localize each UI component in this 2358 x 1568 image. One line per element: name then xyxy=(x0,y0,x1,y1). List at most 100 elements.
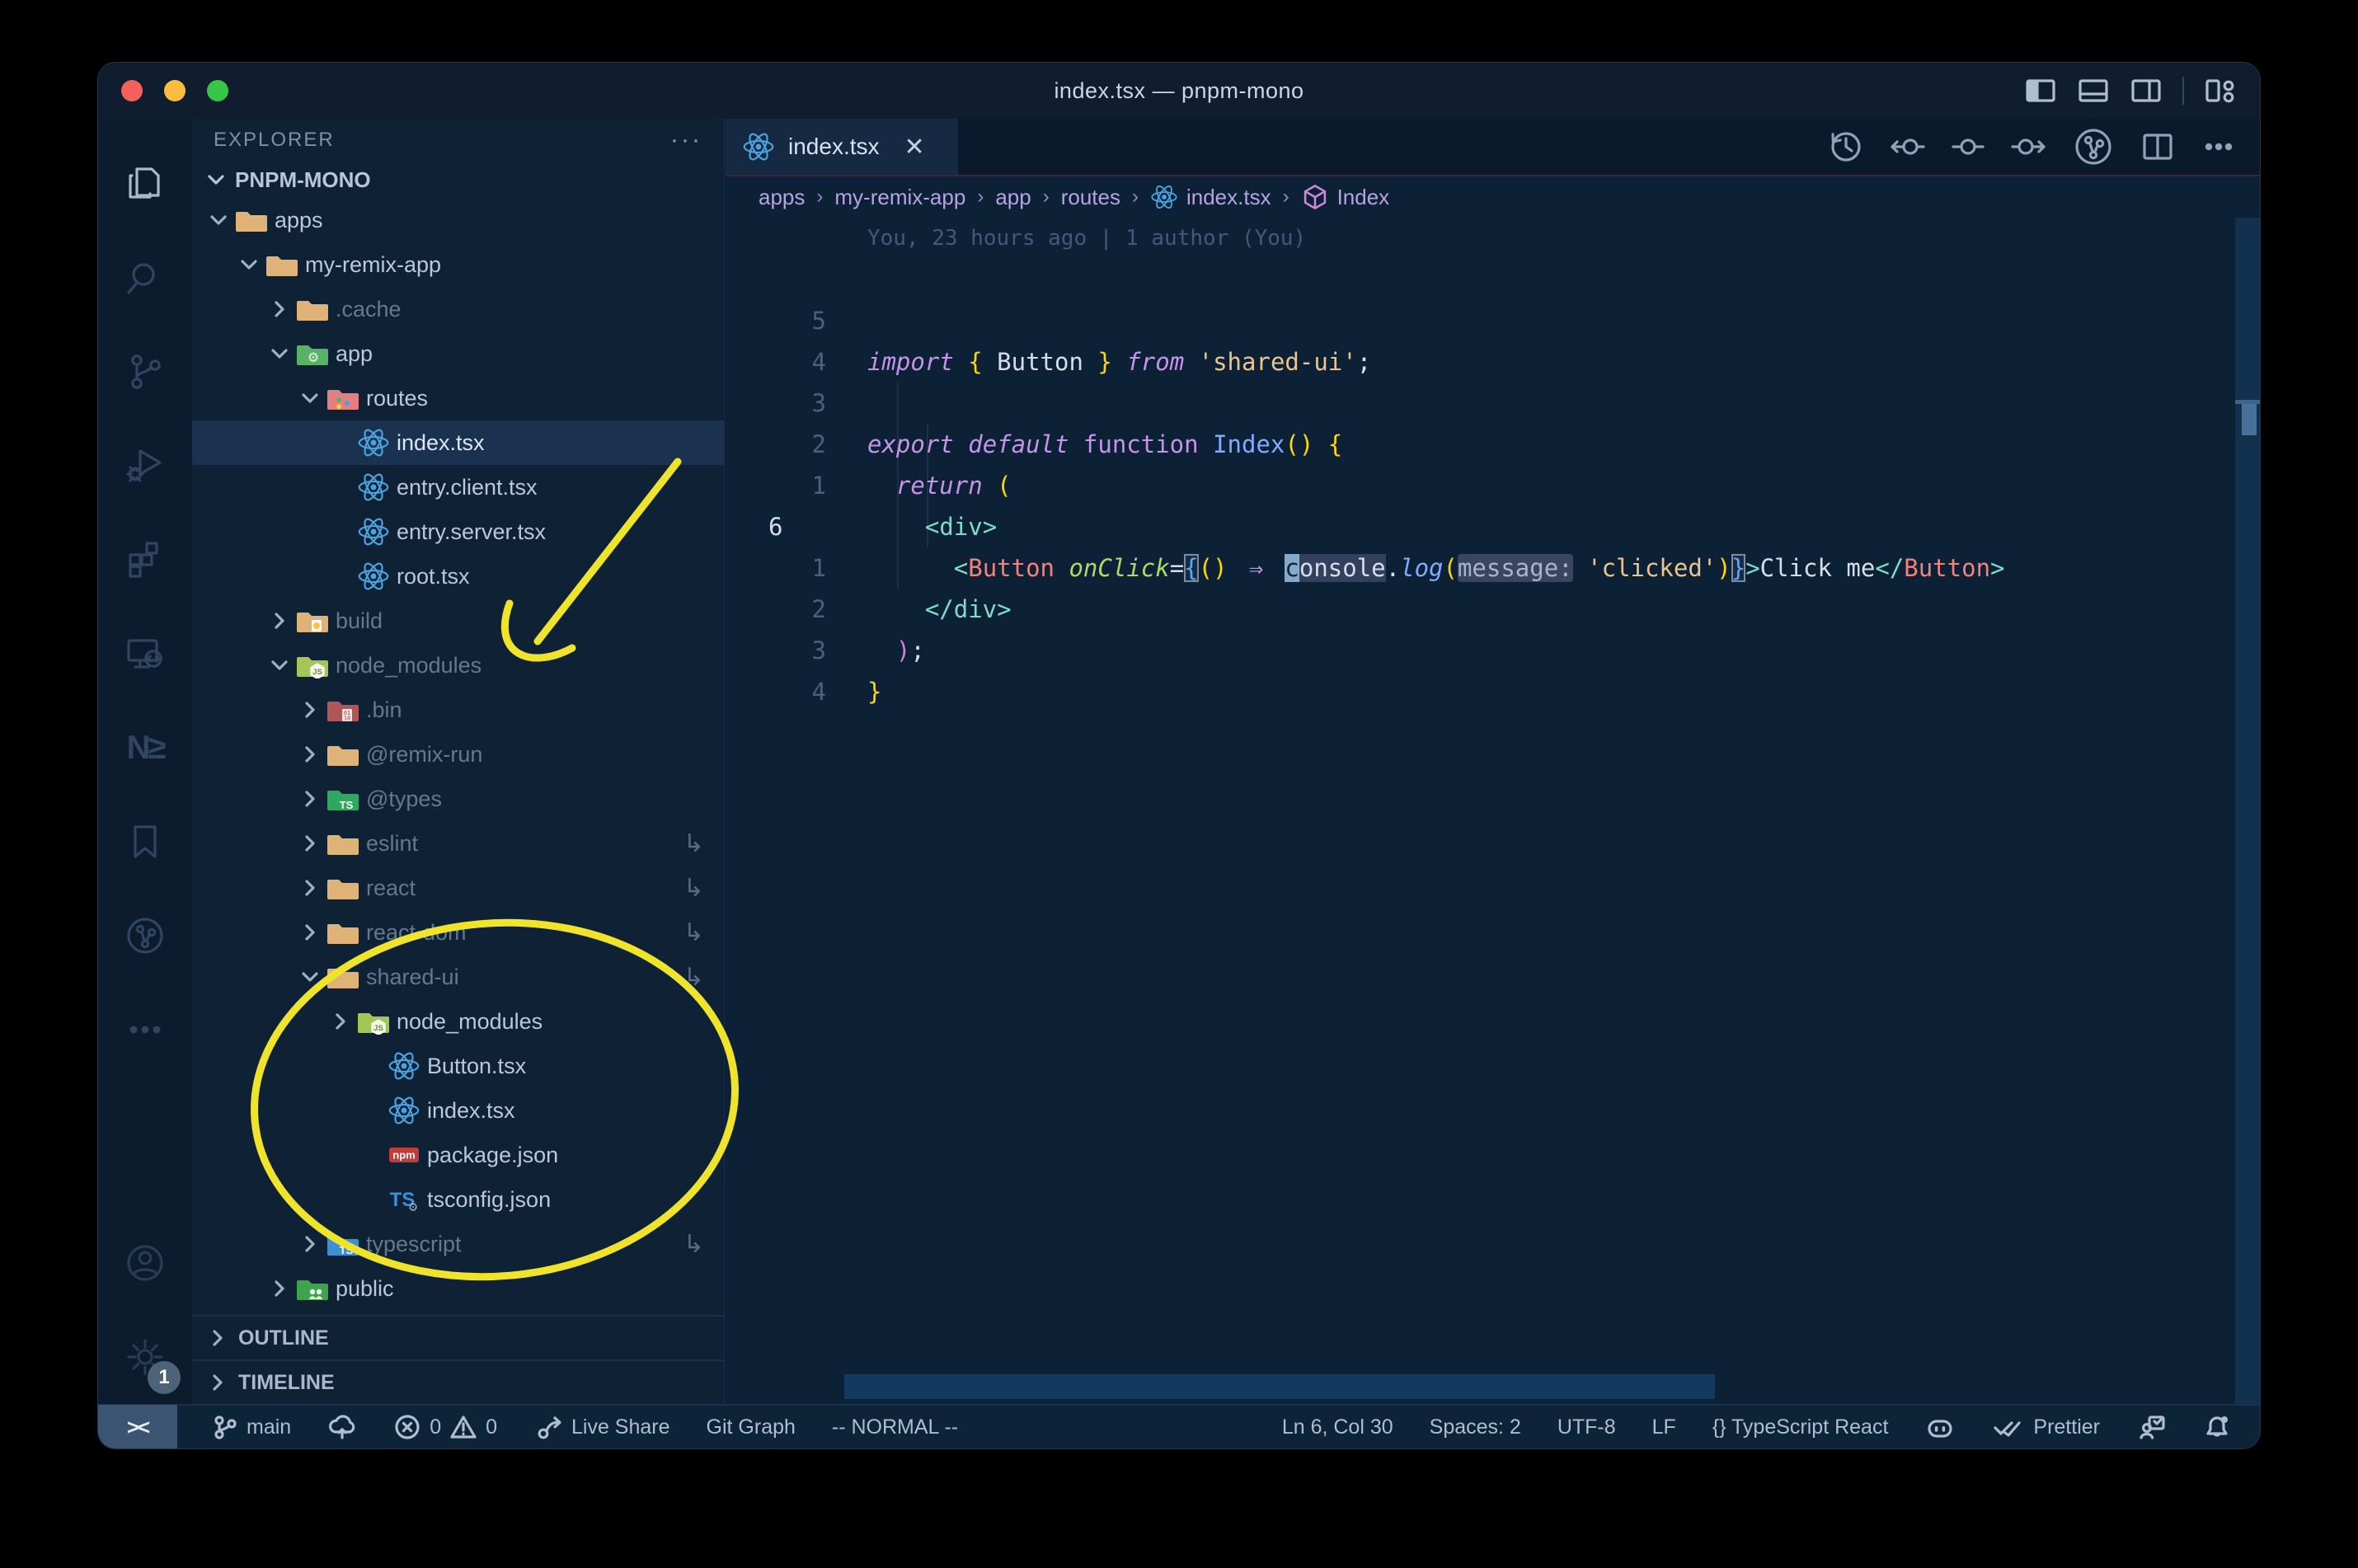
tree-item-typescript[interactable]: TS typescript ↳ xyxy=(192,1222,724,1266)
code-line[interactable]: 2 return ( xyxy=(726,383,2260,500)
tree-item-react-dom[interactable]: react-dom ↳ xyxy=(192,910,724,955)
activity-accounts-icon[interactable] xyxy=(98,1216,192,1310)
chevron-right-icon[interactable] xyxy=(265,297,294,322)
problems-indicator[interactable]: 00 xyxy=(393,1413,497,1441)
tree-item-eslint[interactable]: eslint ↳ xyxy=(192,821,724,866)
section-timeline[interactable]: TIMELINE xyxy=(192,1359,724,1404)
chevron-right-icon[interactable] xyxy=(295,920,325,945)
workspace-root-row[interactable]: PNPM-MONO xyxy=(192,162,724,198)
branch-indicator[interactable]: main xyxy=(210,1413,291,1441)
tree-item-public[interactable]: public xyxy=(192,1266,724,1311)
tree-item-routes[interactable]: routes xyxy=(192,376,724,420)
tree-item-shared-ui[interactable]: shared-ui ↳ xyxy=(192,955,724,999)
activity-settings-icon[interactable]: 1 xyxy=(98,1310,192,1404)
vertical-scrollbar[interactable] xyxy=(2235,218,2260,1404)
chevron-down-icon[interactable] xyxy=(265,341,294,366)
code-line[interactable]: 1 </div> xyxy=(726,506,2260,623)
chevron-right-icon[interactable] xyxy=(326,1009,355,1034)
chevron-down-icon[interactable] xyxy=(295,965,325,989)
close-window-button[interactable] xyxy=(121,80,143,101)
chevron-right-icon[interactable] xyxy=(295,742,325,767)
tree-item--types[interactable]: TS @types xyxy=(192,777,724,821)
chevron-right-icon[interactable] xyxy=(265,608,294,633)
activity-bookmarks-icon[interactable] xyxy=(98,795,192,889)
formatter-status[interactable]: Prettier xyxy=(1992,1413,2100,1441)
activity-git-graph-icon[interactable] xyxy=(98,889,192,983)
breadcrumb-item[interactable]: Index xyxy=(1301,183,1389,211)
minimize-window-button[interactable] xyxy=(164,80,186,101)
tree-item-build[interactable]: build xyxy=(192,599,724,643)
activity-explorer-icon[interactable] xyxy=(98,137,192,231)
chevron-down-icon[interactable] xyxy=(234,252,264,277)
gitgraph-icon[interactable] xyxy=(2072,125,2115,168)
remote-indicator[interactable]: >< xyxy=(98,1405,177,1448)
code-line[interactable]: 6 <Button onClick={() ⇒ console.log(mess… xyxy=(726,465,2260,582)
live-share-button[interactable]: Live Share xyxy=(533,1412,670,1442)
tree-item-node-modules[interactable]: JS node_modules xyxy=(192,999,724,1044)
chevron-down-icon[interactable] xyxy=(295,386,325,411)
chevron-down-icon[interactable] xyxy=(265,653,294,678)
activity-nx-console-icon[interactable]: N≥ xyxy=(98,701,192,795)
code-line[interactable]: 1 <div> xyxy=(726,424,2260,541)
tree-item-my-remix-app[interactable]: my-remix-app xyxy=(192,242,724,287)
section-outline[interactable]: OUTLINE xyxy=(192,1315,724,1359)
tree-item-node-modules[interactable]: JS node_modules xyxy=(192,643,724,688)
code-line[interactable]: 5 import { Button } from 'shared-ui'; xyxy=(726,259,2260,376)
activity-source-control-icon[interactable] xyxy=(98,325,192,419)
eol[interactable]: LF xyxy=(1652,1415,1676,1439)
breadcrumb-item[interactable]: apps xyxy=(759,185,805,210)
tree-item--bin[interactable]: 01 10 .bin xyxy=(192,688,724,732)
activity-search-icon[interactable] xyxy=(98,231,192,325)
chevron-right-icon[interactable] xyxy=(265,1276,294,1301)
tree-item-apps[interactable]: apps xyxy=(192,198,724,242)
change-icon[interactable] xyxy=(1950,129,1986,165)
breadcrumb-item[interactable]: my-remix-app xyxy=(834,185,965,210)
tree-item-button-tsx[interactable]: Button.tsx xyxy=(192,1044,724,1088)
encoding[interactable]: UTF-8 xyxy=(1557,1415,1616,1439)
tree-item--remix-run[interactable]: @remix-run xyxy=(192,732,724,777)
tree-item-react[interactable]: react ↳ xyxy=(192,866,724,910)
code-line[interactable]: 4 xyxy=(726,630,2260,706)
tree-item-index-tsx[interactable]: index.tsx xyxy=(192,420,724,465)
feedback-button[interactable] xyxy=(2136,1412,2166,1442)
layout-sidebar-right-icon[interactable] xyxy=(2130,74,2163,107)
chevron-down-icon[interactable] xyxy=(204,208,233,232)
activity-remote-explorer-icon[interactable] xyxy=(98,607,192,701)
layout-sidebar-left-icon[interactable] xyxy=(2024,74,2057,107)
tree-item-entry-server-tsx[interactable]: entry.server.tsx xyxy=(192,509,724,554)
vim-mode-indicator[interactable]: -- NORMAL -- xyxy=(832,1415,958,1439)
code-line[interactable]: 2 ); xyxy=(726,547,2260,664)
tree-item-tsconfig-json[interactable]: TS ⚙ tsconfig.json xyxy=(192,1177,724,1222)
chevron-right-icon[interactable] xyxy=(295,876,325,900)
next-change-icon[interactable] xyxy=(2011,129,2047,165)
tree-item-root-tsx[interactable]: root.tsx xyxy=(192,554,724,599)
notifications-bell[interactable] xyxy=(2202,1412,2232,1442)
breadcrumb-item[interactable]: app xyxy=(995,185,1031,210)
sync-button[interactable] xyxy=(327,1412,357,1442)
history-icon[interactable] xyxy=(1828,129,1864,165)
title-bar[interactable]: index.tsx — pnpm-mono xyxy=(98,63,2260,119)
tree-item-app[interactable]: ⚙ app xyxy=(192,331,724,376)
chevron-right-icon[interactable] xyxy=(295,1232,325,1256)
close-tab-icon[interactable]: ✕ xyxy=(904,133,925,162)
indentation[interactable]: Spaces: 2 xyxy=(1430,1415,1521,1439)
breadcrumb-item[interactable]: index.tsx xyxy=(1150,183,1271,211)
tree-item-package-json[interactable]: npm package.json xyxy=(192,1133,724,1177)
code-line[interactable]: 4 xyxy=(726,300,2260,376)
horizontal-scrollbar[interactable] xyxy=(844,1374,1715,1399)
split-editor-icon[interactable] xyxy=(2140,129,2176,165)
language-mode[interactable]: {} TypeScript React xyxy=(1712,1415,1889,1439)
layout-customize-icon[interactable] xyxy=(2204,74,2237,107)
prev-change-icon[interactable] xyxy=(1889,129,1925,165)
more-actions-icon[interactable] xyxy=(2201,129,2237,165)
cursor-position[interactable]: Ln 6, Col 30 xyxy=(1282,1415,1393,1439)
chevron-right-icon[interactable] xyxy=(295,786,325,811)
tree-item-entry-client-tsx[interactable]: entry.client.tsx xyxy=(192,465,724,509)
code-line[interactable]: 3 export default function Index() { xyxy=(726,341,2260,458)
copilot-status[interactable] xyxy=(1924,1411,1956,1443)
activity-run-debug-icon[interactable] xyxy=(98,419,192,513)
code-area[interactable]: You, 23 hours ago | 1 author (You) 5 imp… xyxy=(726,218,2260,1404)
explorer-more-actions-icon[interactable]: ··· xyxy=(670,126,702,154)
layout-panel-icon[interactable] xyxy=(2077,74,2110,107)
chevron-right-icon[interactable] xyxy=(295,831,325,856)
